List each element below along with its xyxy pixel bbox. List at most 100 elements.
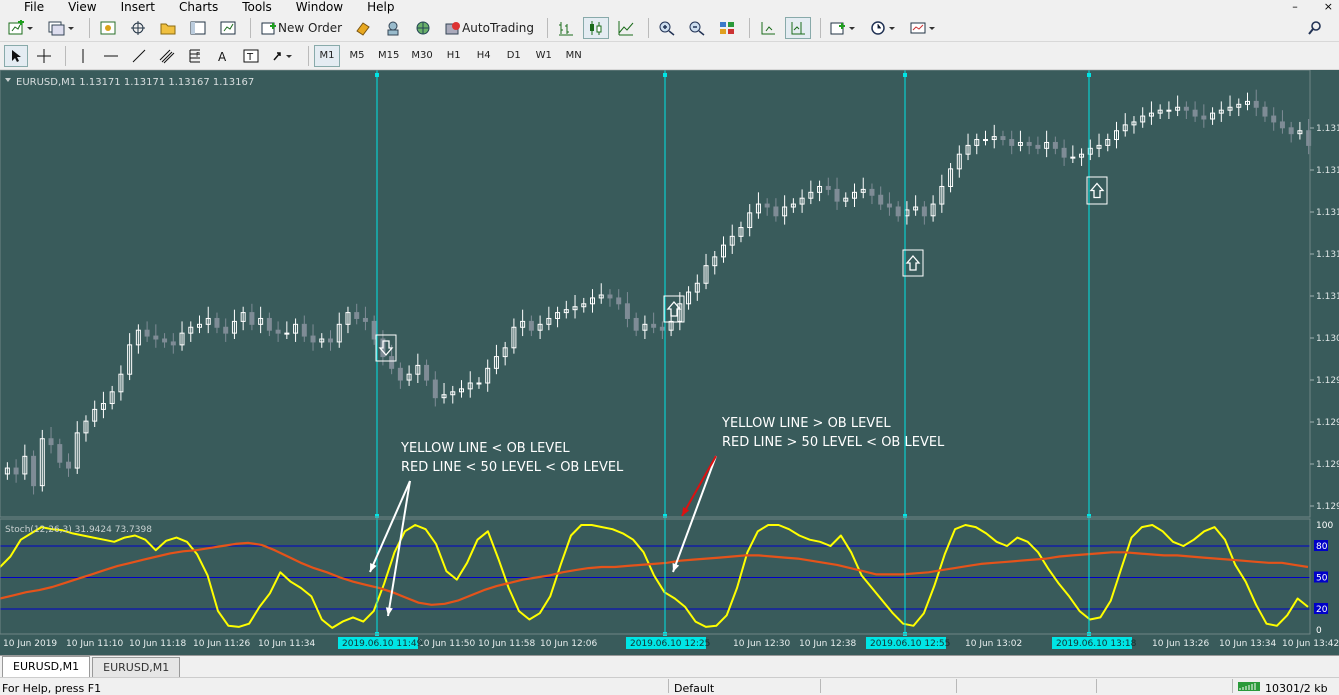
timeframe-m15[interactable]: M15 bbox=[374, 45, 403, 67]
candle-body bbox=[424, 364, 430, 381]
candle-body bbox=[773, 206, 779, 217]
chart-shift-button[interactable] bbox=[755, 17, 781, 39]
channel-icon bbox=[159, 49, 175, 63]
candle-body bbox=[1279, 121, 1285, 129]
candle-body bbox=[616, 297, 622, 305]
templates-button[interactable] bbox=[906, 17, 942, 39]
price-axis-label: 1.129 bbox=[1316, 502, 1339, 512]
chart-collapse-icon[interactable] bbox=[5, 78, 11, 82]
metaeditor-button[interactable] bbox=[350, 17, 376, 39]
signals-button[interactable] bbox=[410, 17, 436, 39]
time-axis-label: 10 Jun 13:34 bbox=[1219, 639, 1276, 649]
candle-body bbox=[1262, 106, 1268, 117]
tile-windows-icon bbox=[719, 21, 734, 34]
globe-icon bbox=[416, 21, 430, 34]
market-watch-button[interactable] bbox=[95, 17, 121, 39]
signal-box bbox=[663, 295, 685, 323]
cursor-button[interactable] bbox=[4, 44, 28, 67]
candle-body bbox=[1166, 109, 1172, 112]
trendline-button[interactable] bbox=[127, 45, 151, 67]
timeframe-m5[interactable]: M5 bbox=[344, 45, 370, 67]
text-label-icon: T bbox=[243, 49, 259, 63]
candle-body bbox=[878, 194, 884, 205]
timeframe-m1[interactable]: M1 bbox=[314, 44, 340, 67]
candle-body bbox=[1061, 147, 1067, 158]
timeframe-h4[interactable]: H4 bbox=[471, 45, 497, 67]
candle-body bbox=[31, 455, 37, 487]
tile-windows-button[interactable] bbox=[714, 17, 740, 39]
candle-body bbox=[1000, 136, 1006, 141]
experts-icon bbox=[387, 21, 399, 35]
indicators-button[interactable] bbox=[826, 17, 862, 39]
auto-scroll-button[interactable] bbox=[784, 16, 811, 39]
timeframe-h1[interactable]: H1 bbox=[441, 45, 467, 67]
bar-chart-button[interactable] bbox=[553, 17, 579, 39]
menu-help[interactable]: Help bbox=[355, 1, 406, 13]
candle-body bbox=[170, 341, 176, 346]
chart-window[interactable]: 1.131 1.131 1.131 1.131 1.131 1.130 1.129 1.129… bbox=[0, 70, 1339, 655]
price-axis-label: 1.131 bbox=[1316, 250, 1339, 260]
timeframe-mn[interactable]: MN bbox=[561, 45, 587, 67]
horizontal-line-button[interactable] bbox=[99, 45, 123, 67]
candle-body bbox=[214, 317, 220, 328]
fibonacci-button[interactable]: F bbox=[183, 45, 207, 67]
data-window-button[interactable] bbox=[125, 17, 151, 39]
arrows-button[interactable] bbox=[267, 45, 299, 67]
timeframe-w1[interactable]: W1 bbox=[531, 45, 557, 67]
candle-body bbox=[1026, 141, 1032, 146]
time-axis-label: 10 Jun 13:26 bbox=[1152, 639, 1209, 649]
new-order-button[interactable]: New Order bbox=[256, 17, 346, 39]
timeframe-m30[interactable]: M30 bbox=[407, 45, 436, 67]
candle-body bbox=[389, 356, 395, 369]
candle-body bbox=[983, 139, 988, 142]
close-icon[interactable]: × bbox=[1324, 0, 1333, 13]
zoom-out-icon bbox=[689, 21, 705, 36]
menu-charts[interactable]: Charts bbox=[167, 1, 230, 13]
candle-body bbox=[1253, 100, 1259, 108]
line-chart-button[interactable] bbox=[613, 17, 639, 39]
candlestick-button[interactable] bbox=[582, 16, 609, 39]
crosshair-button[interactable] bbox=[32, 45, 56, 67]
stoch-axis-label: 100 bbox=[1316, 521, 1333, 531]
strategy-tester-button[interactable] bbox=[215, 17, 241, 39]
autotrading-button[interactable]: AutoTrading bbox=[440, 17, 538, 39]
signal-vertical-lines[interactable] bbox=[375, 70, 1091, 636]
vertical-line-button[interactable] bbox=[71, 45, 95, 67]
candle-body bbox=[825, 185, 831, 190]
stoch-axis-label: 50 bbox=[1316, 574, 1328, 584]
timeframe-d1[interactable]: D1 bbox=[501, 45, 527, 67]
menu-window[interactable]: Window bbox=[284, 1, 355, 13]
text-button[interactable]: A bbox=[211, 45, 235, 67]
tester-icon bbox=[220, 21, 236, 34]
experts-button[interactable] bbox=[380, 17, 406, 39]
text-label-button[interactable]: T bbox=[239, 45, 263, 67]
new-chart-button[interactable] bbox=[4, 17, 40, 39]
candle-body bbox=[48, 438, 54, 446]
chart-shift-icon bbox=[761, 21, 775, 34]
autotrading-label: AutoTrading bbox=[462, 20, 534, 35]
menu-insert[interactable]: Insert bbox=[109, 1, 167, 13]
zoom-out-button[interactable] bbox=[684, 17, 710, 39]
drawing-toolbar: F A T M1 M5 M15 M30 H1 H4 D1 W1 MN bbox=[0, 42, 1339, 70]
tab-eurusd-m1-active[interactable]: EURUSD,M1 bbox=[2, 656, 91, 677]
minimize-icon[interactable]: – bbox=[1292, 0, 1298, 13]
signal-arrow-boxes[interactable] bbox=[375, 176, 1108, 362]
menu-tools[interactable]: Tools bbox=[230, 1, 284, 13]
candle-body bbox=[57, 444, 63, 463]
periods-button[interactable] bbox=[866, 17, 902, 39]
menu-view[interactable]: View bbox=[56, 1, 108, 13]
zoom-in-button[interactable] bbox=[654, 17, 680, 39]
candle-body bbox=[1070, 156, 1076, 159]
signal-marker-handle bbox=[1087, 73, 1091, 77]
equidistant-channel-button[interactable] bbox=[155, 45, 179, 67]
search-button[interactable] bbox=[1303, 17, 1327, 39]
annotation-arrow-right-white bbox=[672, 455, 717, 573]
profiles-button[interactable] bbox=[44, 17, 80, 39]
navigator-button[interactable] bbox=[155, 17, 181, 39]
tab-eurusd-m1[interactable]: EURUSD,M1 bbox=[92, 657, 181, 677]
candle-body bbox=[397, 367, 403, 381]
terminal-button[interactable] bbox=[185, 17, 211, 39]
price-chart-canvas[interactable]: 1.131 1.131 1.131 1.131 1.131 1.130 1.129 1.129… bbox=[0, 70, 1339, 655]
menu-file[interactable]: File bbox=[0, 1, 56, 13]
cursor-arrow-icon bbox=[12, 49, 21, 62]
